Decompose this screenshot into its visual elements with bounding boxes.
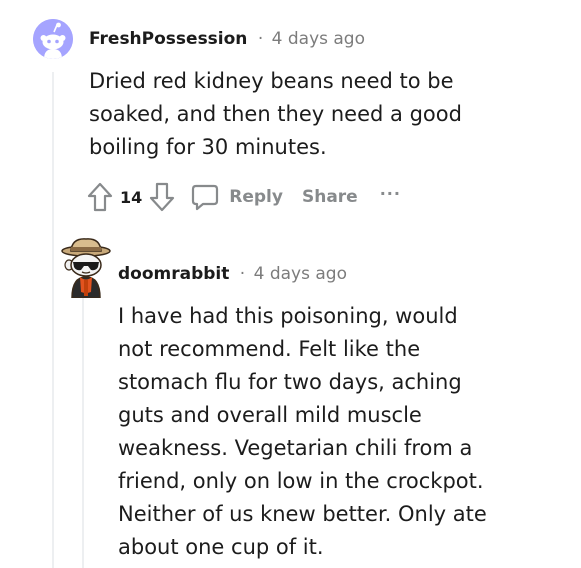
comment-body: I have had this poisoning, would not rec… (118, 300, 493, 564)
meta-separator: · (257, 29, 264, 49)
timestamp[interactable]: 4 days ago (254, 264, 347, 284)
thread-line-top[interactable] (52, 72, 54, 568)
comment-meta: doomrabbit · 4 days ago (118, 263, 347, 285)
upvote-button[interactable] (86, 181, 114, 213)
avatar[interactable] (33, 19, 73, 59)
timestamp[interactable]: 4 days ago (272, 29, 365, 49)
meta-separator: · (239, 264, 246, 284)
comment-body: Dried red kidney beans need to be soaked… (89, 65, 469, 164)
share-label: Share (301, 187, 358, 207)
more-options-icon: ··· (379, 183, 401, 203)
upvote-arrow-icon (87, 182, 113, 212)
username[interactable]: doomrabbit (118, 264, 229, 284)
explorer-hat-sunglasses-avatar-icon (61, 238, 111, 299)
comment-actions: 14 Reply Share ··· (86, 179, 401, 215)
vote-count: 14 (120, 187, 143, 207)
share-button[interactable]: Share (302, 187, 358, 207)
username[interactable]: FreshPossession (89, 29, 247, 49)
comment-meta: FreshPossession · 4 days ago (89, 28, 365, 50)
comment-bubble-icon (192, 184, 219, 211)
downvote-arrow-icon (150, 182, 175, 212)
comment-paragraph: Dried red kidney beans need to be soaked… (89, 69, 462, 159)
reply-button[interactable]: Reply (190, 182, 283, 212)
downvote-button[interactable] (148, 181, 176, 213)
snoo-default-avatar-icon (33, 19, 73, 59)
comment-paragraph: I have had this poisoning, would not rec… (118, 304, 487, 559)
reply-label: Reply (229, 187, 283, 207)
more-options-button[interactable]: ··· (380, 184, 401, 203)
thread-line-reply[interactable] (82, 298, 84, 568)
avatar[interactable] (60, 236, 116, 299)
